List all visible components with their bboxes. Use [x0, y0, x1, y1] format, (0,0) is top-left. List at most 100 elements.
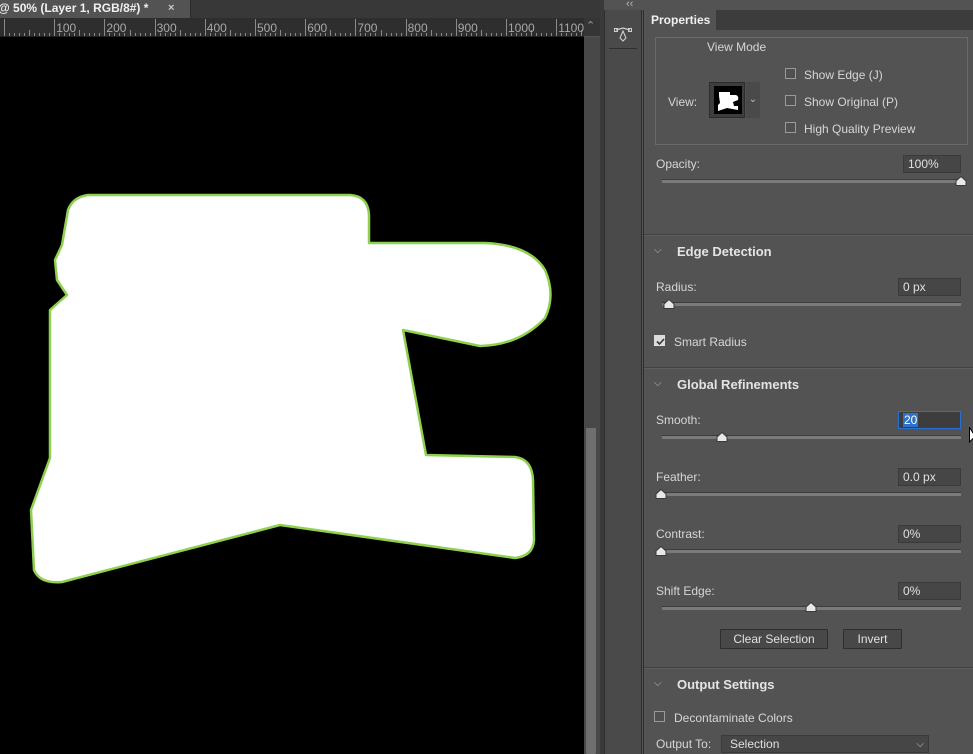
ruler-corner: ⌃: [584, 18, 600, 36]
high-quality-preview-label: High Quality Preview: [804, 122, 916, 136]
show-edge-label: Show Edge (J): [804, 68, 883, 82]
ruler-minor-tick: [129, 30, 131, 36]
output-settings-header[interactable]: Output Settings: [677, 677, 775, 692]
ruler-minor-tick: [330, 30, 332, 36]
contrast-slider-track[interactable]: [662, 549, 961, 553]
properties-panel-button[interactable]: [609, 20, 637, 49]
ruler-label: 400: [206, 21, 227, 35]
output-settings-chevron-icon[interactable]: ⌵: [654, 678, 662, 689]
ruler-minor-tick: [290, 33, 292, 36]
ruler-label: 1100: [558, 21, 584, 35]
ruler-minor-tick: [400, 33, 402, 36]
invert-button[interactable]: Invert: [843, 629, 902, 649]
document-tab-title: @ 50% (Layer 1, RGB/8#) *: [0, 1, 149, 15]
scrollbar-thumb[interactable]: [586, 428, 596, 754]
ruler-minor-tick: [244, 33, 246, 36]
radius-label: Radius:: [656, 280, 697, 294]
ruler-minor-tick: [239, 33, 241, 36]
decontaminate-colors-label: Decontaminate Colors: [674, 711, 793, 725]
ruler-major-tick: [204, 19, 206, 36]
shift-edge-input[interactable]: 0%: [898, 582, 961, 600]
smart-radius-label: Smart Radius: [674, 335, 747, 349]
global-refinements-chevron-icon[interactable]: ⌵: [654, 378, 662, 389]
ruler-label: 200: [106, 21, 127, 35]
scroll-up-icon[interactable]: ⌃: [586, 19, 595, 32]
contrast-input[interactable]: 0%: [898, 525, 961, 543]
output-to-select[interactable]: Selection ⌵: [721, 735, 929, 753]
show-original-checkbox[interactable]: [785, 95, 796, 106]
mask-thumbnail-icon: [718, 92, 739, 111]
clear-selection-button[interactable]: Clear Selection: [720, 629, 828, 649]
vertical-scrollbar[interactable]: [584, 37, 600, 754]
edge-detection-header[interactable]: Edge Detection: [677, 244, 772, 259]
ruler-label: 600: [307, 21, 328, 35]
ruler-label: 300: [156, 21, 177, 35]
decontaminate-colors-checkbox[interactable]: [654, 711, 665, 722]
properties-panel: Properties View Mode View: ⌄ Show Edge (…: [643, 10, 973, 754]
ruler-minor-tick: [345, 33, 347, 36]
feather-input[interactable]: 0.0 px: [898, 468, 961, 486]
feather-label: Feather:: [656, 470, 701, 484]
global-refinements-header[interactable]: Global Refinements: [677, 377, 799, 392]
view-mode-thumbnail[interactable]: [709, 82, 745, 118]
ruler-major-tick: [305, 19, 307, 36]
tab-properties[interactable]: Properties: [644, 10, 716, 30]
panel-tool-strip: [604, 10, 642, 754]
ruler-minor-tick: [234, 33, 236, 36]
ruler-label: 800: [407, 21, 428, 35]
ruler-minor-tick: [295, 33, 297, 36]
checkmark-icon: [656, 338, 665, 346]
ruler-minor-tick: [435, 33, 437, 36]
selection-mask-shape: [29, 193, 552, 584]
show-edge-checkbox[interactable]: [785, 68, 796, 79]
feather-slider-track[interactable]: [662, 492, 961, 496]
ruler-minor-tick: [300, 33, 302, 36]
tab-bar-background: [191, 0, 600, 18]
close-tab-icon[interactable]: ×: [168, 0, 174, 17]
high-quality-preview-checkbox[interactable]: [785, 122, 796, 133]
ruler-minor-tick: [390, 33, 392, 36]
contrast-label: Contrast:: [656, 527, 705, 541]
ruler-minor-tick: [199, 33, 201, 36]
ruler-minor-tick: [340, 33, 342, 36]
ruler-minor-tick: [385, 33, 387, 36]
radius-slider-track[interactable]: [662, 302, 961, 306]
selection-mask-preview: [29, 193, 552, 584]
ruler-major-tick: [455, 19, 457, 36]
ruler-minor-tick: [335, 33, 337, 36]
document-tab[interactable]: @ 50% (Layer 1, RGB/8#) * ×: [0, 0, 191, 18]
view-dropdown-arrow-icon[interactable]: ⌄: [746, 82, 760, 118]
ruler-minor-tick: [350, 33, 352, 36]
ruler-minor-tick: [249, 33, 251, 36]
ruler-major-tick: [255, 19, 256, 36]
ruler-minor-tick: [380, 30, 382, 36]
smart-radius-checkbox[interactable]: [654, 335, 665, 346]
document-canvas[interactable]: [0, 37, 584, 754]
ruler-minor-tick: [395, 33, 397, 36]
ruler-major-tick: [556, 19, 558, 36]
pen-path-icon: [614, 27, 632, 42]
opacity-input[interactable]: 100%: [903, 155, 961, 173]
ruler-minor-tick: [94, 33, 96, 36]
ruler-minor-tick: [445, 33, 447, 36]
ruler-minor-tick: [34, 33, 36, 36]
ruler-minor-tick: [541, 33, 543, 36]
view-mode-label: View Mode: [705, 40, 769, 54]
edge-detection-chevron-icon[interactable]: ⌵: [654, 245, 662, 256]
smooth-slider-track[interactable]: [662, 435, 961, 439]
ruler-major-tick: [4, 19, 5, 36]
smooth-input[interactable]: 20: [898, 411, 961, 429]
ruler-minor-tick: [39, 33, 41, 36]
ruler-minor-tick: [490, 33, 492, 36]
section-divider: [644, 234, 973, 236]
collapse-panels-icon[interactable]: ‹‹: [626, 0, 633, 10]
ruler-minor-tick: [229, 30, 231, 36]
section-divider: [644, 667, 973, 669]
ruler-label: 700: [357, 21, 378, 35]
ruler-minor-tick: [14, 33, 16, 36]
ruler-major-tick: [506, 19, 507, 36]
opacity-slider-track[interactable]: [662, 179, 961, 183]
panel-header: Properties: [644, 10, 973, 30]
ruler-minor-tick: [189, 33, 191, 36]
radius-input[interactable]: 0 px: [898, 278, 961, 296]
